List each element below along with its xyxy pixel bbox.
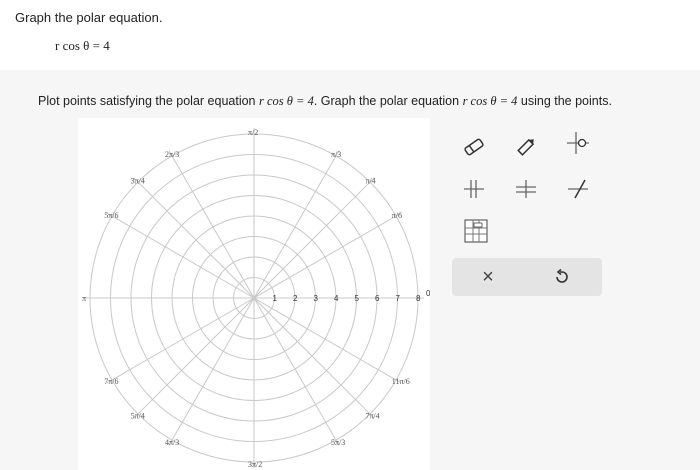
action-bar: × [452, 258, 602, 296]
angle-label: 3π/2 [248, 460, 262, 469]
clear-button[interactable]: × [476, 266, 500, 288]
radius-tick-label: 8 [416, 294, 421, 303]
angle-label: 3π/4 [131, 177, 145, 186]
angle-label: 7π/4 [365, 411, 379, 420]
radius-tick-label: 5 [355, 294, 360, 303]
polar-ray [106, 212, 255, 299]
radius-tick-label: 3 [314, 294, 319, 303]
vertical-line-icon[interactable] [512, 178, 540, 200]
polar-ray [253, 177, 375, 299]
instruction-equation-1: r cos θ = 4 [258, 94, 314, 108]
grid-select-icon[interactable] [462, 219, 490, 243]
angle-label: 5π/4 [131, 411, 145, 420]
tool-palette [452, 128, 602, 253]
polar-ray [106, 297, 255, 384]
polar-graph[interactable]: 1 2 3 4 5 6 7 80 π/6 π/3 π/2 2π/3 3π/4 5π/6 π 7π/6 5π/4… [78, 118, 430, 470]
angle-label: π/3 [331, 150, 341, 159]
angle-label: π [82, 294, 86, 303]
radius-tick-label: 6 [375, 294, 380, 303]
undo-button[interactable] [550, 266, 574, 288]
angle-label: π/4 [365, 177, 375, 186]
polar-ray [168, 297, 255, 446]
radius-tick-label: 1 [273, 294, 278, 303]
polar-ray [253, 297, 402, 384]
question-equation: r cos θ = 4 [55, 38, 110, 53]
angle-label: 7π/6 [104, 377, 118, 386]
polar-grid-svg[interactable]: 1 2 3 4 5 6 7 80 π/6 π/3 π/2 2π/3 3π/4 5π/6 π 7π/6 5π/4… [78, 118, 430, 470]
horizontal-line-icon[interactable] [460, 178, 488, 200]
polar-ray [253, 212, 402, 299]
angle-label: π/2 [248, 128, 258, 137]
angle-label: 5π/3 [331, 438, 345, 447]
slant-line-icon[interactable] [564, 178, 592, 200]
undo-icon [556, 268, 568, 283]
polar-ray [168, 150, 255, 299]
question-header: Graph the polar equation. r cos θ = 4 [0, 0, 700, 71]
angle-label: 11π/6 [392, 377, 410, 386]
radius-tick-label: 7 [396, 294, 401, 303]
polar-ray [253, 297, 375, 419]
angle-label: 4π/3 [165, 438, 179, 447]
point-plot-icon[interactable] [564, 132, 592, 154]
polar-ray [253, 150, 340, 299]
radius-tick-label: 2 [293, 294, 298, 303]
angle-label: 5π/6 [104, 211, 118, 220]
polar-ray [253, 297, 340, 446]
zero-angle-label: 0 [426, 289, 430, 298]
instruction-equation-2: r cos θ = 4 [462, 94, 518, 108]
angle-label: 2π/3 [165, 150, 179, 159]
polar-ray [133, 297, 255, 419]
answer-panel: Plot points satisfying the polar equatio… [0, 70, 700, 470]
eraser-icon[interactable] [460, 136, 488, 158]
radius-tick-label: 4 [334, 294, 339, 303]
instruction-text: Plot points satisfying the polar equatio… [38, 94, 612, 108]
polar-ray [133, 177, 255, 299]
pencil-icon[interactable] [512, 136, 540, 158]
question-title: Graph the polar equation. [15, 10, 163, 25]
angle-label: π/6 [392, 211, 402, 220]
